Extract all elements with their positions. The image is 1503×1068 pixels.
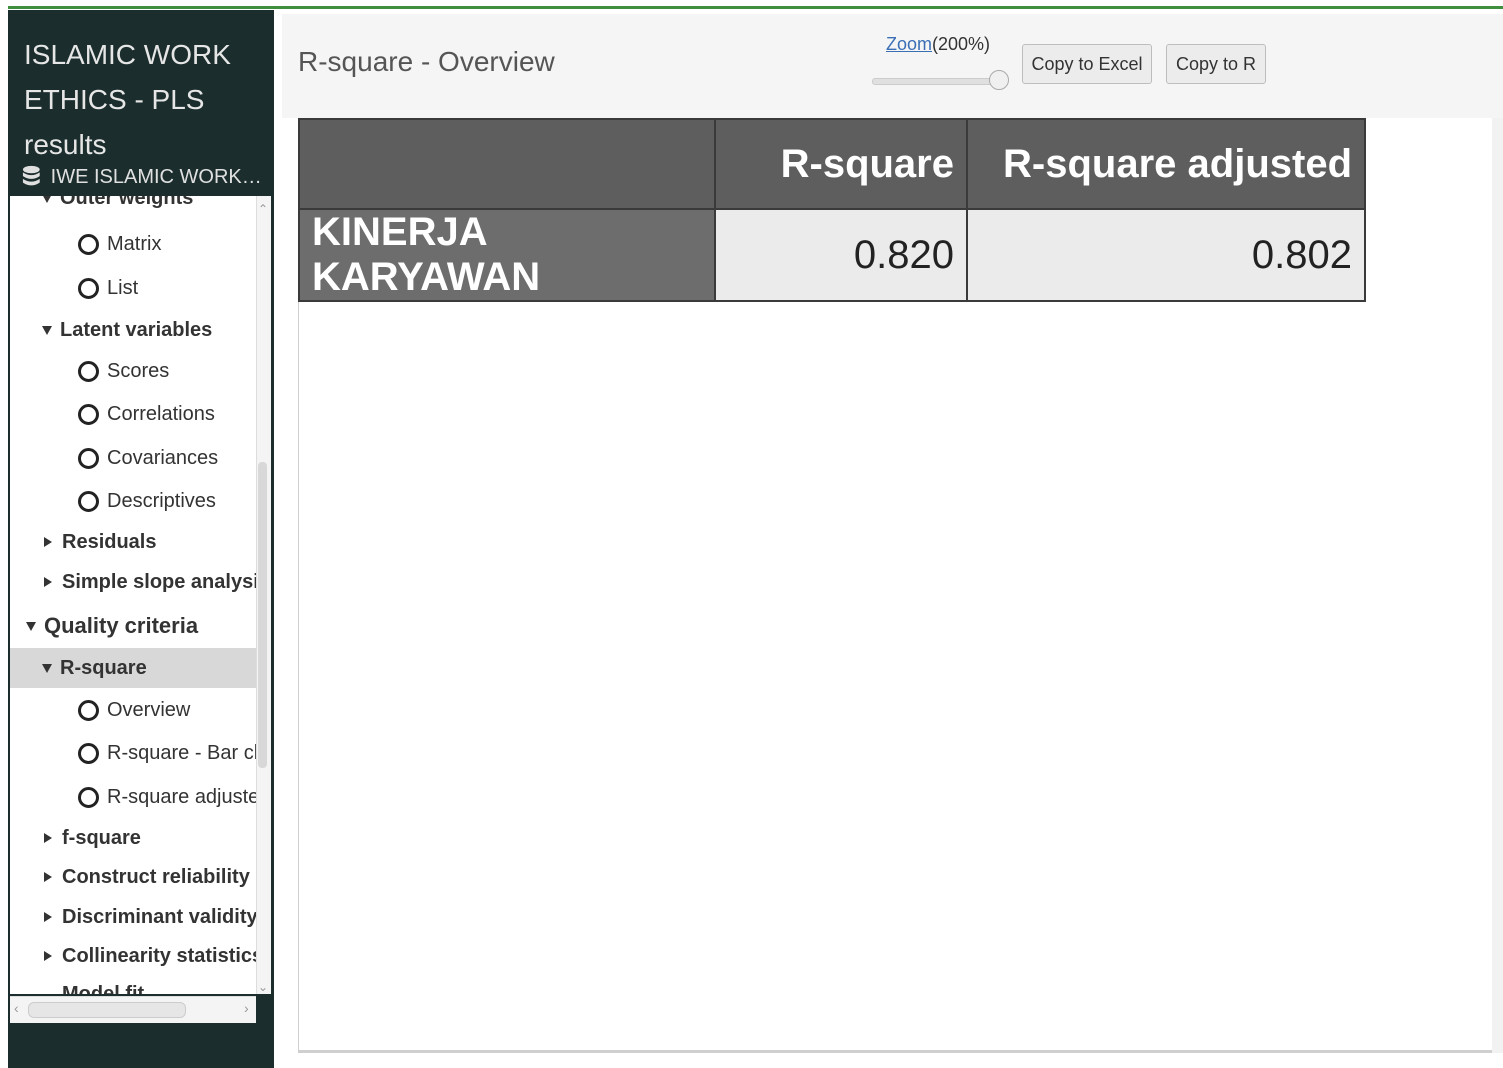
r-square-table: R-square R-square adjusted KINERJA KARYA… bbox=[298, 118, 1366, 302]
tree-item-discriminant-validity[interactable]: Discriminant validity bbox=[44, 897, 256, 937]
table-row: KINERJA KARYAWAN 0.820 0.802 bbox=[298, 208, 1366, 302]
r-square-adjusted-value: 0.802 bbox=[966, 208, 1366, 302]
zoom-slider-track[interactable] bbox=[872, 78, 1000, 85]
tree-item-r-square[interactable]: R-square bbox=[10, 648, 256, 688]
column-header-r-square: R-square bbox=[714, 118, 968, 210]
tree-scroll-thumb[interactable] bbox=[258, 462, 267, 768]
radio-circle-icon bbox=[78, 699, 99, 721]
collapse-arrow-icon bbox=[44, 833, 52, 843]
expand-arrow-icon bbox=[26, 621, 36, 631]
expand-arrow-icon bbox=[42, 663, 52, 673]
radio-circle-icon bbox=[78, 233, 99, 255]
dataset-item[interactable]: IWE ISLAMIC WORK E... bbox=[22, 160, 262, 194]
zoom-value: (200%) bbox=[932, 34, 991, 54]
zoom-control: Zoom(200%) bbox=[886, 34, 990, 55]
tree-horizontal-thumb[interactable] bbox=[28, 1002, 186, 1018]
radio-circle-icon bbox=[78, 490, 99, 512]
window-top-border bbox=[8, 6, 1503, 9]
page-title: R-square - Overview bbox=[298, 46, 555, 77]
zoom-link[interactable]: Zoom bbox=[886, 34, 932, 54]
tree-item-overview[interactable]: Overview bbox=[78, 690, 256, 730]
tree-item-construct-reliability[interactable]: Construct reliability and bbox=[44, 857, 256, 897]
tree-item-collinearity[interactable]: Collinearity statistics (V bbox=[44, 936, 256, 976]
radio-circle-icon bbox=[78, 742, 99, 764]
tree-item-list[interactable]: List bbox=[78, 268, 256, 308]
r-square-value: 0.820 bbox=[714, 208, 968, 302]
tree-item-latent-variables[interactable]: Latent variables bbox=[42, 310, 256, 350]
tree-item-scores[interactable]: Scores bbox=[78, 351, 256, 391]
tree-item-model-fit[interactable]: Model fit bbox=[62, 974, 256, 995]
copy-to-r-button[interactable]: Copy to R bbox=[1166, 44, 1266, 84]
tree-item-correlations[interactable]: Correlations bbox=[78, 394, 256, 434]
radio-circle-icon bbox=[78, 786, 99, 808]
radio-circle-icon bbox=[78, 403, 99, 425]
scroll-up-icon[interactable]: ⌃ bbox=[258, 202, 268, 216]
copy-to-excel-button[interactable]: Copy to Excel bbox=[1022, 44, 1152, 84]
row-label: KINERJA KARYAWAN bbox=[298, 208, 716, 302]
tree-item-descriptives[interactable]: Descriptives bbox=[78, 481, 256, 521]
report-title: ISLAMIC WORK ETHICS - PLS results bbox=[24, 39, 231, 160]
content-right-gutter bbox=[1492, 118, 1503, 1053]
tree-item-outer-weights[interactable]: Outer weights bbox=[42, 196, 256, 218]
expand-arrow-icon bbox=[42, 325, 52, 335]
scroll-right-icon[interactable]: › bbox=[244, 1000, 249, 1016]
tree-item-r-square-adjusted[interactable]: R-square adjusted - bbox=[78, 777, 256, 817]
collapse-arrow-icon bbox=[44, 577, 52, 587]
scroll-down-icon[interactable]: ⌄ bbox=[258, 980, 268, 994]
scroll-left-icon[interactable]: ‹ bbox=[14, 1000, 19, 1016]
table-header-row: R-square R-square adjusted bbox=[298, 118, 1366, 210]
expand-arrow-icon bbox=[42, 196, 52, 203]
tree-item-f-square[interactable]: f-square bbox=[44, 818, 256, 858]
radio-circle-icon bbox=[78, 447, 99, 469]
zoom-slider-handle[interactable] bbox=[989, 70, 1009, 90]
dataset-label: IWE ISLAMIC WORK E... bbox=[50, 165, 262, 188]
collapse-arrow-icon bbox=[44, 912, 52, 922]
results-tree: Outer weights Matrix List Latent variabl… bbox=[10, 196, 256, 994]
tree-item-simple-slope[interactable]: Simple slope analysis bbox=[44, 562, 256, 602]
database-icon bbox=[22, 165, 40, 186]
tree-item-matrix[interactable]: Matrix bbox=[78, 224, 256, 264]
radio-circle-icon bbox=[78, 360, 99, 382]
collapse-arrow-icon bbox=[44, 537, 52, 547]
collapse-arrow-icon bbox=[44, 872, 52, 882]
tree-item-residuals[interactable]: Residuals bbox=[44, 522, 256, 562]
column-header-r-square-adjusted: R-square adjusted bbox=[966, 118, 1366, 210]
radio-circle-icon bbox=[78, 277, 99, 299]
tree-item-covariances[interactable]: Covariances bbox=[78, 438, 256, 478]
tree-item-r-square-bar-chart[interactable]: R-square - Bar char bbox=[78, 733, 256, 773]
collapse-arrow-icon bbox=[44, 951, 52, 961]
column-header-blank bbox=[298, 118, 716, 210]
tree-item-quality-criteria[interactable]: Quality criteria bbox=[26, 606, 256, 646]
